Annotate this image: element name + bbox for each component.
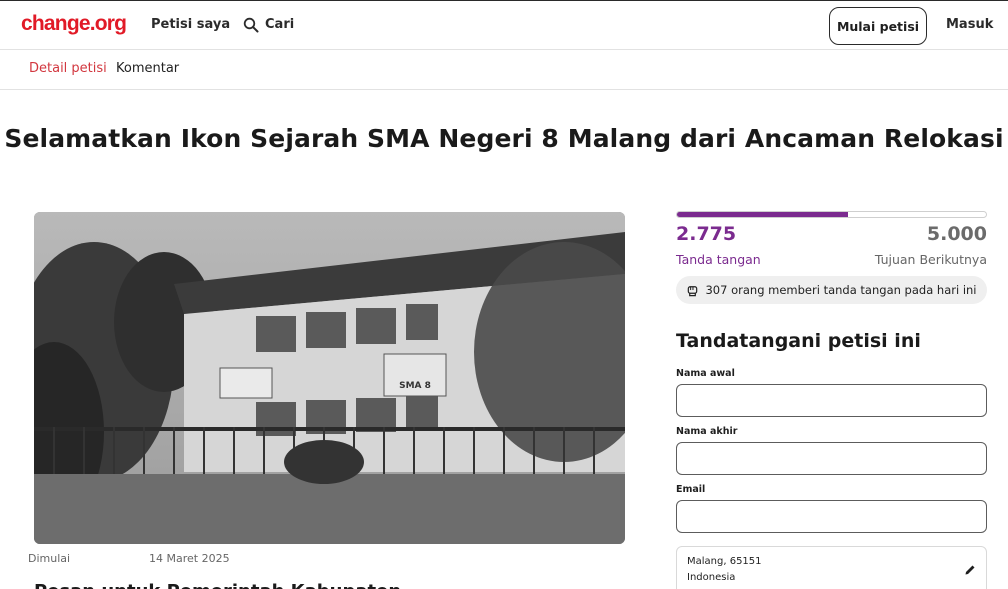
change-org-logo[interactable]: change.org [21,12,127,36]
email-label: Email [676,484,706,495]
petition-body-heading: Pesan untuk Pemerintah Kabupaten [34,581,401,589]
location-city: Malang, 65151 [687,556,762,567]
login-link[interactable]: Masuk [946,17,993,32]
nav-my-petitions[interactable]: Petisi saya [151,17,230,32]
today-signatures-text: 307 orang memberi tanda tangan pada hari… [705,283,977,297]
start-petition-button[interactable]: Mulai petisi [829,7,927,45]
last-name-label: Nama akhir [676,426,738,437]
signature-goal-label: Tujuan Berikutnya [874,252,987,267]
signature-count-label: Tanda tangan [676,252,761,267]
signature-goal: 5.000 [926,223,987,245]
pencil-icon[interactable] [964,564,976,576]
petition-title: Selamatkan Ikon Sejarah SMA Negeri 8 Mal… [4,124,1004,153]
started-label: Dimulai [28,552,71,565]
petition-subnav: Detail petisi Komentar [0,50,1008,90]
tab-comments[interactable]: Komentar [116,61,179,76]
last-name-input[interactable] [676,442,987,475]
signature-progress-fill [677,212,849,217]
sign-form-title: Tandatangani petisi ini [676,330,921,352]
petition-photo: SMA 8 [34,212,625,544]
fist-icon [688,285,698,296]
first-name-label: Nama awal [676,368,735,379]
signature-progress-bar [676,211,987,218]
photo-school-sign: SMA 8 [399,381,431,391]
first-name-input[interactable] [676,384,987,417]
search-icon[interactable] [243,17,259,33]
email-input[interactable] [676,500,987,533]
tab-petition-details[interactable]: Detail petisi [29,61,107,76]
location-box[interactable]: Malang, 65151 Indonesia [676,546,987,589]
nav-search[interactable]: Cari [265,17,294,32]
signature-count: 2.775 [676,223,737,245]
started-date: 14 Maret 2025 [149,552,230,565]
location-country: Indonesia [687,572,736,583]
top-navigation-bar: change.org Petisi saya Cari Mulai petisi… [0,0,1008,50]
today-signatures-badge: 307 orang memberi tanda tangan pada hari… [676,276,987,304]
